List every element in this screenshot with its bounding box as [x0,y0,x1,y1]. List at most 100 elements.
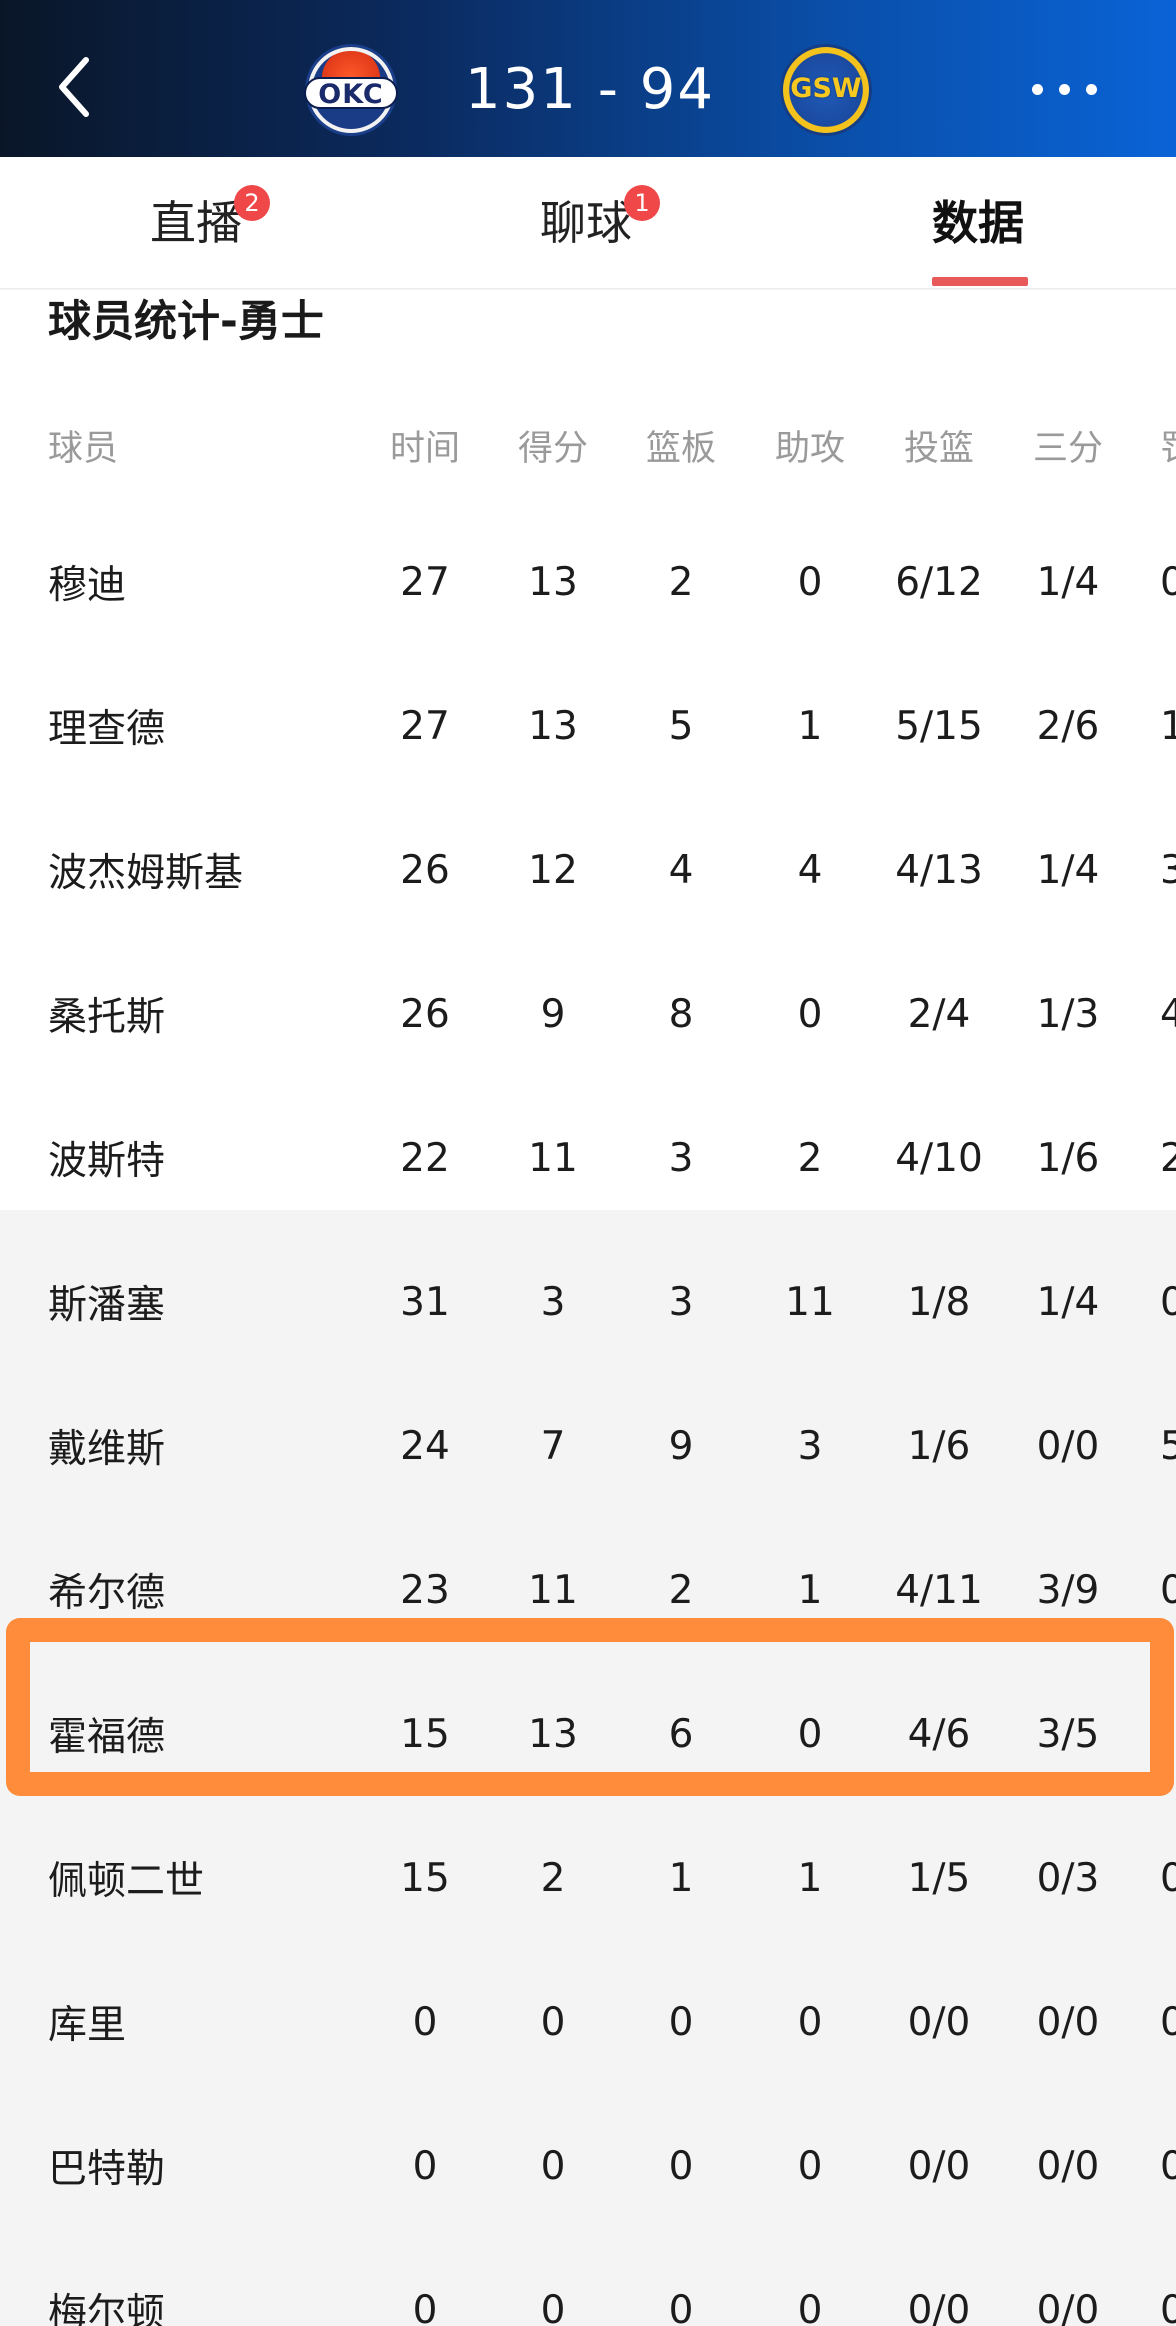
gsw-team-logo[interactable]: GSW [783,47,869,133]
tab-stats-label: 数据 [932,196,1024,250]
okc-team-logo[interactable]: OKC [304,47,398,133]
watermark [905,2268,1105,2308]
player-name: 穆迪 [48,563,127,608]
table-row[interactable]: 库里 0 0 0 0 0/0 0/0 0 [0,1950,1176,2094]
stat-free-throws: 3 [1160,847,1176,893]
stat-free-throws [1160,1662,1176,1806]
stat-minutes: 15 [400,1711,450,1757]
player-name: 斯潘塞 [48,1283,166,1328]
stat-field-goals: 5/15 [895,703,983,749]
stat-free-throws: 4 [1160,991,1176,1037]
col-header-points: 得分 [517,428,588,469]
table-row[interactable]: 波斯特 22 11 3 2 4/10 1/6 2 [0,1086,1176,1230]
stat-rebounds: 0 [668,2287,694,2326]
stat-free-throws: 0 [1160,559,1176,605]
stat-assists: 3 [797,1423,823,1469]
table-row[interactable]: 理查德 27 13 5 1 5/15 2/6 1 [0,654,1176,798]
stat-minutes: 27 [400,703,450,749]
player-name: 巴特勒 [48,2147,166,2192]
stat-three-pointers: 3/9 [1036,1567,1100,1613]
stat-minutes: 15 [400,1855,450,1901]
stat-three-pointers: 3/5 [1036,1711,1100,1757]
stat-three-pointers: 0/0 [1036,1999,1100,2045]
stat-minutes: 24 [400,1423,450,1469]
stat-assists: 0 [797,1999,823,2045]
stat-assists: 0 [797,559,823,605]
stat-points: 2 [540,1855,566,1901]
stat-assists: 2 [797,1135,823,1181]
player-name: 霍福德 [48,1715,166,1760]
stat-three-pointers: 0/0 [1036,2143,1100,2189]
table-row[interactable]: 桑托斯 26 9 8 0 2/4 1/3 4 [0,942,1176,1086]
stat-minutes: 26 [400,991,450,1037]
stat-field-goals: 4/10 [895,1135,983,1181]
stat-rebounds: 5 [668,703,694,749]
stat-rebounds: 2 [668,1567,694,1613]
stat-points: 12 [528,847,578,893]
stat-points: 13 [528,1711,578,1757]
stat-free-throws: 0 [1160,2143,1176,2189]
stat-field-goals: 0/0 [907,1999,971,2045]
stat-rebounds: 9 [668,1423,694,1469]
tab-chat[interactable]: 聊球 1 [500,157,700,289]
col-header-player: 球员 [48,428,119,469]
player-name: 波斯特 [48,1139,166,1184]
game-score: 131 - 94 [465,57,715,122]
col-header-field-goals: 投篮 [903,428,974,469]
table-header-row: 球员 时间 得分 篮板 助攻 投篮 三分 罚 [0,385,1176,505]
stat-three-pointers: 1/4 [1036,1279,1100,1325]
stat-assists: 11 [785,1279,835,1325]
stat-field-goals: 1/6 [907,1423,971,1469]
stat-free-throws: 0 [1160,1855,1176,1901]
table-row[interactable]: 佩顿二世 15 2 1 1 1/5 0/3 0 [0,1806,1176,1950]
stat-assists: 0 [797,1711,823,1757]
tab-stats[interactable]: 数据 [900,157,1100,289]
player-name: 希尔德 [48,1571,166,1616]
tab-bar: 直播 2 聊球 1 数据 [0,157,1176,289]
stat-three-pointers: 1/4 [1036,847,1100,893]
col-header-minutes: 时间 [389,428,460,469]
stat-points: 3 [540,1279,566,1325]
table-row[interactable]: 穆迪 27 13 2 0 6/12 1/4 0 [0,510,1176,654]
stat-points: 9 [540,991,566,1037]
tab-live[interactable]: 直播 2 [110,157,310,289]
stat-points: 11 [528,1567,578,1613]
player-name: 库里 [48,2003,127,2048]
table-row[interactable]: 希尔德 23 11 2 1 4/11 3/9 0 [0,1518,1176,1662]
table-row[interactable]: 戴维斯 24 7 9 3 1/6 0/0 5 [0,1374,1176,1518]
table-row[interactable]: 巴特勒 0 0 0 0 0/0 0/0 0 [0,2094,1176,2238]
stat-assists: 1 [797,703,823,749]
stat-rebounds: 3 [668,1135,694,1181]
stat-minutes: 22 [400,1135,450,1181]
stat-three-pointers: 1/4 [1036,559,1100,605]
col-header-rebounds: 篮板 [645,428,716,469]
stat-rebounds: 6 [668,1711,694,1757]
stat-free-throws: 1 [1160,703,1176,749]
stat-assists: 0 [797,991,823,1037]
player-name: 波杰姆斯基 [48,851,244,896]
stat-minutes: 26 [400,847,450,893]
stat-field-goals: 6/12 [895,559,983,605]
stat-rebounds: 4 [668,847,694,893]
stat-assists: 1 [797,1855,823,1901]
table-row[interactable]: 斯潘塞 31 3 3 11 1/8 1/4 0 [0,1230,1176,1374]
stat-minutes: 0 [412,1999,438,2045]
stat-three-pointers: 0/3 [1036,1855,1100,1901]
player-name: 戴维斯 [48,1427,166,1472]
stat-three-pointers: 1/6 [1036,1135,1100,1181]
stat-free-throws: 0 [1160,1279,1176,1325]
table-row[interactable]: 霍福德 15 13 6 0 4/6 3/5 [0,1662,1176,1806]
tab-live-label: 直播 [150,196,242,250]
col-header-assists: 助攻 [774,428,845,469]
stat-three-pointers: 2/6 [1036,703,1100,749]
stat-three-pointers: 1/3 [1036,991,1100,1037]
col-header-three-pointers: 三分 [1032,428,1103,469]
stat-field-goals: 0/0 [907,2143,971,2189]
stat-field-goals: 4/11 [895,1567,983,1613]
stat-free-throws: 0 [1160,2287,1176,2326]
stat-field-goals: 4/13 [895,847,983,893]
table-row[interactable]: 波杰姆斯基 26 12 4 4 4/13 1/4 3 [0,798,1176,942]
back-arrow-icon[interactable] [52,52,102,122]
stat-free-throws: 0 [1160,1999,1176,2045]
more-dots-icon[interactable] [1030,70,1100,110]
